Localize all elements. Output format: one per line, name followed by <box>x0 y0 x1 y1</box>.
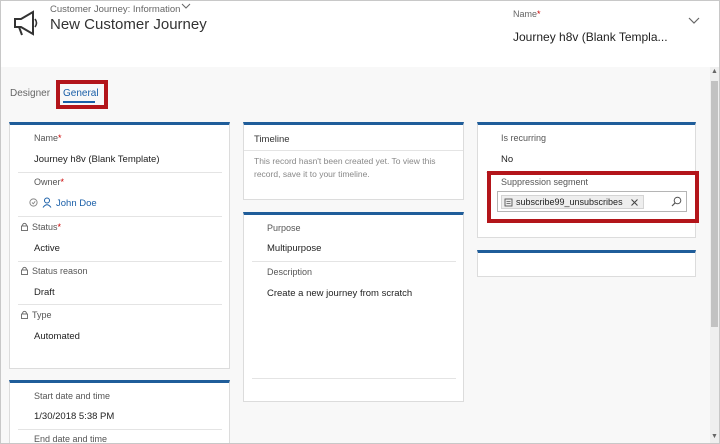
start-date-value[interactable]: 1/30/2018 5:38 PM <box>34 411 114 422</box>
chevron-down-icon[interactable] <box>688 15 700 25</box>
tab-designer[interactable]: Designer <box>10 88 50 99</box>
timeline-title: Timeline <box>254 134 290 145</box>
is-recurring-value[interactable]: No <box>501 154 513 165</box>
header-name-value[interactable]: Journey h8v (Blank Templa... <box>513 30 668 44</box>
divider <box>18 261 222 262</box>
general-section: Name* Journey h8v (Blank Template) Owner… <box>9 122 230 369</box>
divider <box>18 429 222 430</box>
end-date-label: End date and time <box>34 434 108 444</box>
presence-icon <box>29 198 38 207</box>
name-value[interactable]: Journey h8v (Blank Template) <box>34 154 160 165</box>
divider <box>18 304 222 305</box>
is-recurring-label: Is recurring <box>501 133 547 143</box>
form-window: Customer Journey: Information New Custom… <box>0 0 720 444</box>
lock-icon <box>21 222 28 231</box>
record-header: Customer Journey: Information New Custom… <box>1 1 719 67</box>
lock-icon <box>21 266 28 275</box>
divider <box>252 261 456 262</box>
type-label: Type <box>32 310 52 320</box>
status-label: Status* <box>32 222 61 232</box>
empty-section <box>477 250 696 277</box>
person-icon <box>42 197 52 208</box>
purpose-value[interactable]: Multipurpose <box>267 243 321 254</box>
description-value[interactable]: Create a new journey from scratch <box>267 288 412 299</box>
purpose-section: Purpose Multipurpose Description Create … <box>243 212 464 402</box>
timeline-message: This record hasn't been created yet. To … <box>254 156 436 179</box>
chevron-down-icon <box>181 3 191 9</box>
status-value: Active <box>34 243 60 254</box>
megaphone-icon <box>14 10 38 36</box>
scroll-down-icon[interactable]: ▼ <box>711 433 718 440</box>
required-marker: * <box>60 177 65 187</box>
timeline-section: Timeline This record hasn't been created… <box>243 122 464 200</box>
highlight-box <box>56 80 108 109</box>
name-label-text: Name <box>34 133 59 143</box>
required-marker: * <box>57 222 62 232</box>
purpose-label: Purpose <box>267 223 301 233</box>
divider <box>252 378 456 379</box>
record-title: New Customer Journey <box>50 16 207 33</box>
divider <box>18 172 222 173</box>
highlight-box <box>487 171 699 223</box>
owner-label-text: Owner <box>34 177 61 187</box>
type-value: Automated <box>34 331 80 342</box>
divider <box>18 216 222 217</box>
status-reason-value: Draft <box>34 287 55 298</box>
status-reason-label: Status reason <box>32 266 88 276</box>
name-label: Name* <box>34 133 62 143</box>
start-date-label: Start date and time <box>34 391 111 401</box>
form-selector[interactable]: Customer Journey: Information <box>50 3 191 15</box>
schedule-section: Start date and time 1/30/2018 5:38 PM En… <box>9 380 230 444</box>
owner-link[interactable]: John Doe <box>56 198 97 209</box>
form-selector-label: Customer Journey: Information <box>50 4 181 15</box>
status-label-text: Status <box>32 222 58 232</box>
scrollbar-thumb[interactable] <box>711 81 718 327</box>
description-label: Description <box>267 267 313 277</box>
required-marker: * <box>537 9 541 19</box>
header-name-label: Name* <box>513 9 541 19</box>
divider <box>244 150 463 151</box>
scroll-up-icon[interactable]: ▲ <box>711 68 718 75</box>
owner-label: Owner* <box>34 177 64 187</box>
header-name-label-text: Name <box>513 9 538 19</box>
required-marker: * <box>58 133 62 143</box>
lock-icon <box>21 310 28 319</box>
